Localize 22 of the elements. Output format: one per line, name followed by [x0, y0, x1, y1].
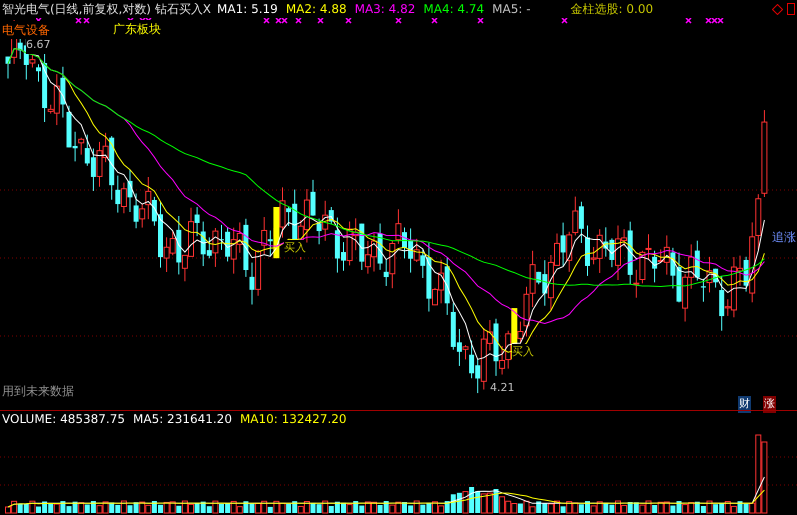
indicator-value: MA3: 4.82 — [354, 1, 416, 18]
rise-badge[interactable]: 涨 — [763, 396, 776, 412]
indicator-value: MA2: 4.88 — [286, 1, 347, 18]
indicator-value: MA1: 5.19 — [217, 1, 278, 18]
volume-value: MA5: 231641.20 — [133, 411, 232, 428]
notice-text: 用到未来数据 — [2, 383, 74, 400]
buy-signal-label: 买入 — [512, 344, 534, 360]
chart-title: 智光电气(日线,前复权,对数) 钻石买入X — [2, 1, 212, 18]
volume-value: MA10: 132427.20 — [240, 411, 347, 428]
diamond-icon[interactable] — [772, 4, 783, 14]
sector-tag: 电气设备 — [2, 21, 50, 39]
signal-bar — [273, 206, 280, 258]
finance-badge[interactable]: 财 — [738, 396, 751, 412]
buy-signal-label: 买入 — [284, 240, 306, 256]
screener-value: 金柱选股: 0.00 — [570, 1, 654, 18]
volume-value: VOLUME: 485387.75 — [2, 411, 125, 428]
indicator-value: MA4: 4.74 — [423, 1, 484, 18]
indicator-value: MA5: - — [492, 1, 531, 18]
rectangle-icon[interactable] — [787, 3, 795, 15]
sector-tag: 广东板块 — [113, 20, 161, 38]
high-price-label: 6.67 — [26, 37, 50, 54]
chase-signal-label: 追涨 — [772, 229, 796, 246]
